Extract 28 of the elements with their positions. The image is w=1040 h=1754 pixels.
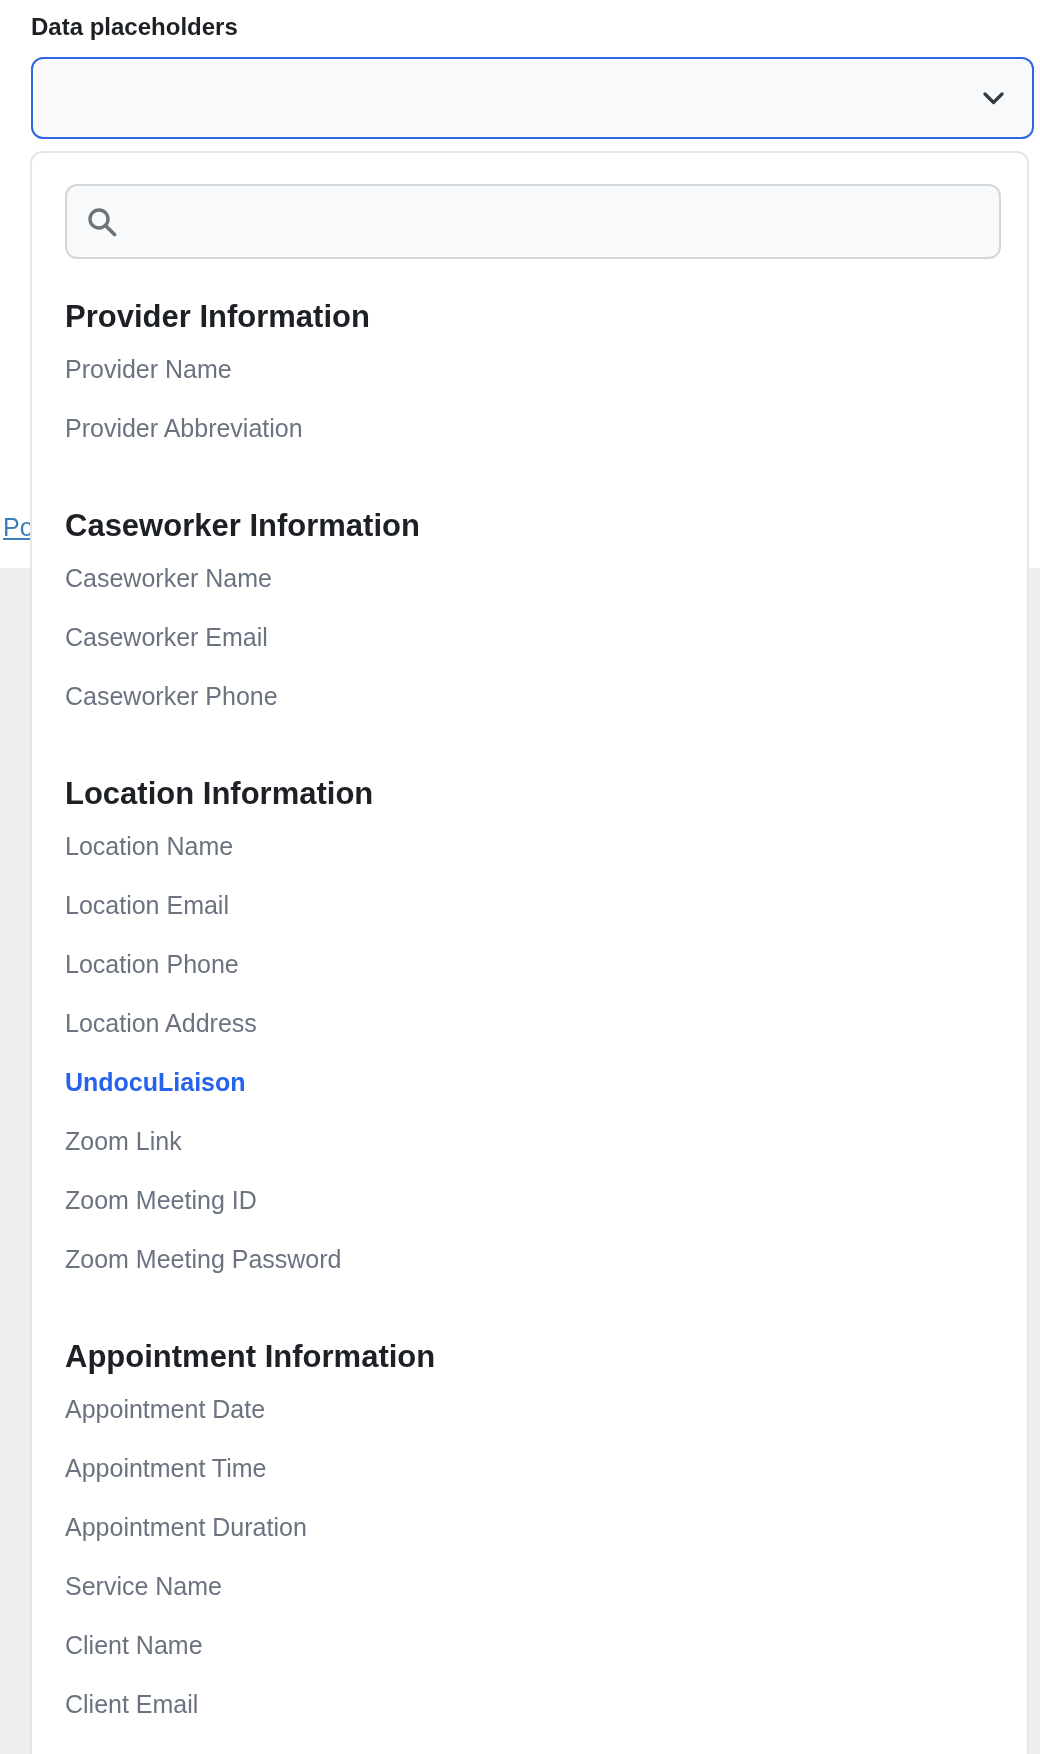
menu-option[interactable]: Client Name [65, 1616, 203, 1675]
field-label: Data placeholders [31, 12, 238, 42]
menu-option[interactable]: Caseworker Phone [65, 667, 278, 726]
menu-option[interactable]: Location Name [65, 817, 234, 876]
group-heading: Caseworker Information [65, 507, 421, 545]
menu-option[interactable]: Caseworker Name [65, 549, 272, 608]
menu-option[interactable]: Caseworker Email [65, 608, 268, 667]
menu-option[interactable]: Client Email [65, 1675, 199, 1734]
search-field[interactable] [65, 184, 1001, 259]
menu-option[interactable]: Service Name [65, 1557, 222, 1616]
select-field[interactable] [31, 57, 1034, 139]
menu-option[interactable]: Location Phone [65, 935, 239, 994]
menu-option[interactable]: Appointment Duration [65, 1498, 307, 1557]
menu-option[interactable]: Provider Abbreviation [65, 399, 303, 458]
group-heading: Appointment Information [65, 1338, 437, 1376]
group-heading: Location Information [65, 775, 375, 813]
menu-option[interactable]: Provider Name [65, 340, 232, 399]
menu-option[interactable]: Zoom Meeting ID [65, 1171, 257, 1230]
menu-option[interactable]: Appointment Time [65, 1439, 267, 1498]
search-icon [87, 206, 117, 237]
menu-option[interactable]: Zoom Link [65, 1112, 182, 1171]
menu-option[interactable]: Zoom Meeting Password [65, 1230, 342, 1289]
menu-option[interactable]: Location Address [65, 994, 257, 1053]
chevron-down-icon [983, 91, 1004, 105]
menu-option[interactable]: UndocuLiaison [65, 1053, 246, 1112]
menu-option[interactable]: Location Email [65, 876, 229, 935]
menu-option[interactable]: Appointment Date [65, 1380, 266, 1439]
group-heading: Provider Information [65, 298, 371, 336]
